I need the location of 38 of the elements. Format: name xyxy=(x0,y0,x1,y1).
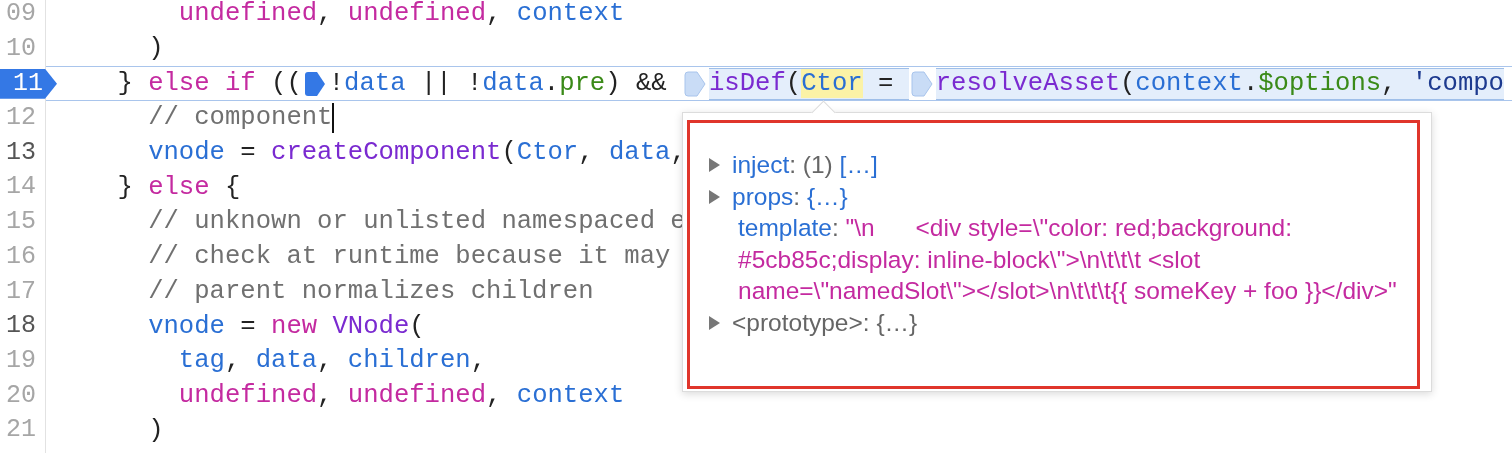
code-text: !data || !data.pre) && xyxy=(328,68,668,99)
code-text: ) xyxy=(147,34,164,65)
code-text: } else { xyxy=(116,172,241,203)
line-number: 09 xyxy=(5,0,37,30)
code-text: vnode = createComponent(Ctor, data, xyxy=(147,138,686,169)
line-number: 16 xyxy=(5,240,37,273)
property-entry: props: {…} xyxy=(732,181,849,212)
line-number: 15 xyxy=(5,206,37,239)
code-text: // component xyxy=(147,103,333,134)
line-number: 19 xyxy=(5,344,37,377)
line-number: 10 xyxy=(5,32,37,65)
line-number: 20 xyxy=(5,379,37,412)
code-text: // parent normalizes children xyxy=(147,276,594,307)
line-number: 13 xyxy=(5,136,37,169)
property-entry: template: "\n <div style=\"color: red;background: #5cb85c;display: inline-block\">\n\t\t\t <slot name=\"namedSlot\"></slot>\n\t\t\t{{ someKey + foo }}</div>" xyxy=(738,213,1397,306)
code-text: undefined, undefined, context xyxy=(177,380,625,411)
property-entry: inject: (1) […] xyxy=(732,150,879,180)
expand-arrow-icon[interactable] xyxy=(709,189,720,204)
text-cursor xyxy=(332,103,335,134)
line-number: 21 xyxy=(5,414,37,447)
code-text: tag, data, children, xyxy=(177,346,487,377)
expand-arrow-icon[interactable] xyxy=(709,158,720,172)
property-entry: <prototype>: {…} xyxy=(732,307,919,338)
breakpoint-marker-icon[interactable] xyxy=(303,70,326,97)
line-number: 17 xyxy=(5,275,37,308)
code-text: } else if (( xyxy=(116,68,302,99)
breakpoint-marker-icon[interactable] xyxy=(910,70,933,97)
code-text: undefined, undefined, context xyxy=(177,0,625,30)
line-number: 14 xyxy=(5,171,37,204)
line-number: 12 xyxy=(5,102,37,135)
breakpoint-marker-icon[interactable] xyxy=(684,70,706,97)
code-text: // check at runtime because it may xyxy=(147,242,671,273)
line-number: 18 xyxy=(5,310,37,343)
code-text: ) xyxy=(147,415,164,446)
expand-arrow-icon[interactable] xyxy=(709,315,720,330)
code-text: resolveAsset(context.$options, 'compo xyxy=(935,67,1504,100)
code-text: isDef(Ctor = xyxy=(709,67,909,100)
code-text: vnode = new VNode( xyxy=(147,311,425,342)
